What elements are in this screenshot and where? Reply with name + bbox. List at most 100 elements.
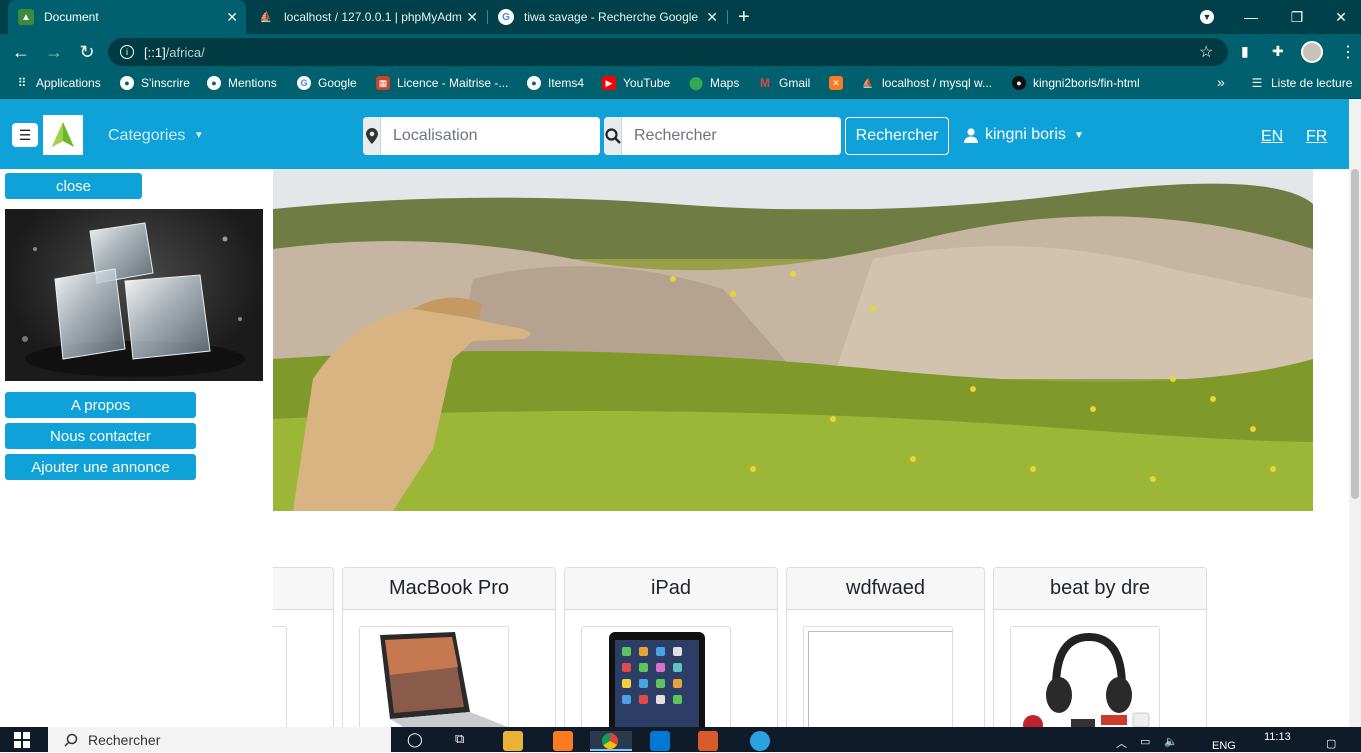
minimize-button[interactable]: — (1228, 0, 1274, 34)
caret-down-icon: ▼ (1073, 129, 1084, 141)
notifications-icon[interactable]: ▢ (1326, 737, 1336, 750)
google-icon: G (297, 76, 311, 90)
volume-icon[interactable]: 🔈 (1164, 735, 1178, 748)
phpmyadmin-icon: ⛵ (862, 77, 874, 88)
url-path: /africa/ (165, 44, 205, 60)
site-logo[interactable] (43, 115, 83, 155)
product-title: MacBook Pro (343, 568, 555, 610)
taskbar-search[interactable]: Rechercher (48, 727, 391, 752)
vscode-icon[interactable] (650, 731, 670, 751)
bookmark-xampp[interactable]: ✕ (829, 76, 850, 90)
bookmarks-overflow-button[interactable]: » (1217, 74, 1225, 90)
product-card[interactable] (273, 567, 334, 737)
profile-avatar[interactable] (1301, 41, 1323, 63)
bookmark-maps[interactable]: ⬤ Maps (688, 75, 740, 90)
product-title (273, 568, 333, 610)
site-favicon-icon: ▲ (18, 9, 34, 25)
sidebar-toggle-button[interactable]: ☰ (12, 123, 38, 147)
bookmark-mentions[interactable]: ● Mentions (207, 76, 277, 90)
product-card-macbook[interactable]: MacBook Pro (342, 567, 556, 737)
chrome-taskbar-button[interactable] (590, 731, 632, 751)
reading-list-label: Liste de lecture (1271, 76, 1353, 90)
cortana-icon[interactable]: ◯ (407, 731, 427, 751)
tab-title: localhost / 127.0.0.1 | phpMyAdm (284, 10, 462, 24)
tab-separator (727, 10, 728, 24)
close-window-button[interactable]: ✕ (1318, 0, 1361, 34)
tab-search-icon[interactable]: ▼ (1184, 0, 1230, 34)
github-icon: ● (1012, 76, 1026, 90)
bookmark-licence[interactable]: ▦ Licence - Maitrise -... (376, 76, 508, 90)
search-input[interactable] (622, 117, 841, 155)
youtube-icon: ▶ (602, 76, 616, 90)
bookmark-label: Licence - Maitrise -... (397, 76, 509, 90)
bookmark-gmail[interactable]: M Gmail (758, 76, 810, 90)
product-card-beats[interactable]: beat by dre (993, 567, 1207, 737)
back-button[interactable]: ← (10, 41, 32, 63)
bookmark-localhost-mysql[interactable]: ⛵ localhost / mysql w... (861, 76, 992, 90)
taskbar-search-label: Rechercher (88, 731, 161, 748)
forward-button[interactable]: → (43, 41, 65, 63)
bookmark-label: Maps (710, 76, 740, 90)
tray-chevron-icon[interactable]: ︿ (1116, 735, 1127, 751)
bookmark-star-icon[interactable]: ☆ (1199, 42, 1213, 62)
bookmark-sinscrire[interactable]: ● S'inscrire (120, 76, 190, 90)
close-tab-icon[interactable]: ✕ (706, 9, 718, 26)
search-button[interactable]: Rechercher (845, 117, 949, 155)
maps-icon: ⬤ (688, 75, 704, 90)
sidebar-link-contact[interactable]: Nous contacter (5, 423, 196, 449)
tab-google[interactable]: G tiwa savage - Recherche Google ✕ (488, 0, 726, 34)
extension-icon[interactable]: ▮ (1241, 43, 1249, 60)
extensions-puzzle-icon[interactable]: ✚ (1272, 43, 1284, 60)
user-name: kingni boris (985, 126, 1066, 143)
close-tab-icon[interactable]: ✕ (466, 9, 478, 26)
sidebar-link-about[interactable]: A propos (5, 392, 196, 418)
globe-icon: ● (120, 76, 134, 90)
maximize-button[interactable]: ❐ (1274, 0, 1320, 34)
task-view-icon[interactable]: ⧉ (455, 731, 475, 751)
media-player-icon[interactable] (698, 731, 718, 751)
licence-icon: ▦ (376, 76, 390, 90)
reading-list-button[interactable]: ☰ Liste de lecture (1250, 76, 1353, 90)
location-input[interactable] (381, 117, 600, 155)
browser-menu-icon[interactable]: ⋮ (1340, 42, 1356, 62)
globe-icon: ● (527, 76, 541, 90)
tab-title: tiwa savage - Recherche Google (524, 10, 699, 24)
location-group (363, 117, 600, 155)
tab-document[interactable]: ▲ Document ✕ (8, 0, 246, 34)
scrollbar-thumb[interactable] (1351, 169, 1359, 499)
lang-en-link[interactable]: EN (1261, 128, 1283, 146)
close-tab-icon[interactable]: ✕ (226, 9, 238, 26)
product-card-ipad[interactable]: iPad (564, 567, 778, 737)
bookmark-label: Google (318, 76, 357, 90)
network-icon[interactable]: ▭ (1140, 735, 1150, 748)
bookmark-items4[interactable]: ● Items4 (527, 76, 584, 90)
site-info-icon[interactable]: i (120, 45, 134, 59)
url-host: [::1] (144, 44, 166, 60)
bookmark-google[interactable]: G Google (297, 76, 357, 90)
reload-button[interactable]: ↻ (76, 41, 98, 63)
bookmark-github[interactable]: ● kingni2boris/fin-html (1012, 76, 1140, 90)
categories-dropdown[interactable]: Categories ▼ (108, 127, 204, 145)
page-scrollbar[interactable] (1349, 99, 1361, 727)
bookmark-youtube[interactable]: ▶ YouTube (602, 76, 670, 90)
product-card-wdfwaed[interactable]: wdfwaed (786, 567, 985, 737)
categories-label: Categories (108, 127, 186, 144)
user-menu[interactable]: kingni boris ▼ (964, 126, 1084, 144)
product-image-beats (1010, 626, 1160, 736)
address-bar[interactable]: i [::1] /africa/ (108, 38, 1228, 66)
globe-icon: ● (207, 76, 221, 90)
sidebar-link-add-listing[interactable]: Ajouter une annonce (5, 454, 196, 480)
telegram-icon[interactable] (750, 731, 770, 751)
bookmark-applications[interactable]: ⠿ Applications (15, 76, 101, 90)
language-indicator[interactable]: ENG (1212, 740, 1236, 752)
tab-phpmyadmin[interactable]: ⛵ localhost / 127.0.0.1 | phpMyAdm ✕ (248, 0, 486, 34)
site-navbar: ☰ Categories ▼ Rechercher kingni boris ▼… (0, 99, 1349, 169)
new-tab-button[interactable]: + (738, 6, 750, 29)
file-explorer-icon[interactable] (503, 731, 523, 751)
lang-fr-link[interactable]: FR (1306, 128, 1327, 146)
search-group (604, 117, 841, 155)
xampp-icon[interactable] (553, 731, 573, 751)
sidebar-close-button[interactable]: close (5, 173, 142, 199)
windows-start-icon[interactable] (14, 732, 30, 748)
clock-time[interactable]: 11:13 (1264, 731, 1291, 743)
